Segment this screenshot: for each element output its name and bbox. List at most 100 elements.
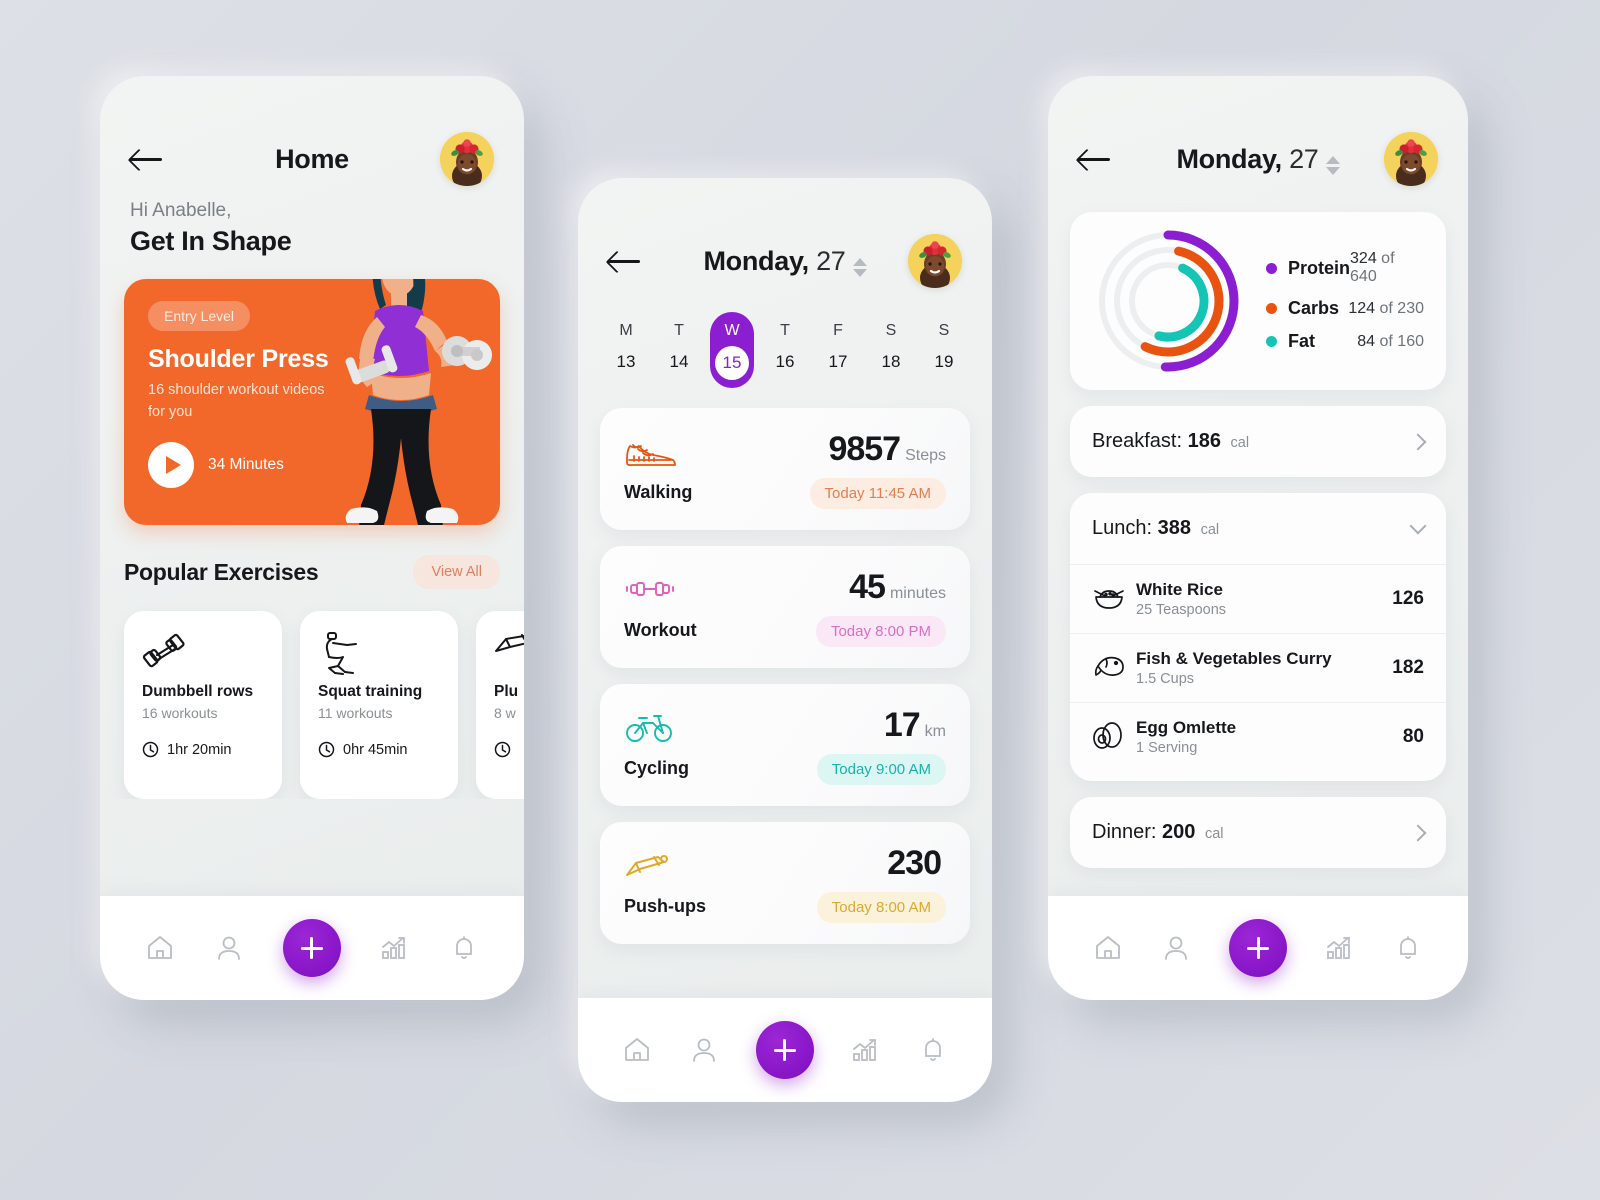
day-number: 15 <box>715 346 749 380</box>
food-serving: 1.5 Cups <box>1136 671 1195 687</box>
plus-icon[interactable] <box>1229 919 1287 977</box>
macro-current: 124 <box>1348 299 1376 317</box>
meal-card-lunch[interactable]: Lunch: 388 cal White Rice 25 Teaspoons 1… <box>1070 493 1446 781</box>
section-header-popular-exercises: Popular Exercises View All <box>100 525 524 589</box>
meal-name: Dinner: <box>1092 821 1157 843</box>
back-arrow-icon[interactable] <box>130 147 164 171</box>
bell-icon[interactable] <box>1393 933 1423 963</box>
day-cell-selected[interactable]: W 15 <box>710 312 754 388</box>
activity-card-workout[interactable]: Workout 45 minutes Today 8:00 PM <box>600 546 970 668</box>
stats-icon[interactable] <box>1325 933 1355 963</box>
food-calories: 126 <box>1392 588 1424 609</box>
view-all-button[interactable]: View All <box>413 555 500 589</box>
bell-icon[interactable] <box>918 1035 948 1065</box>
greeting-hi: Hi Anabelle, <box>130 200 232 221</box>
food-list: White Rice 25 Teaspoons 126 Fish & Veget… <box>1070 564 1446 781</box>
day-cell[interactable]: S 19 <box>922 312 966 388</box>
chevron-right-icon[interactable] <box>1409 824 1427 841</box>
stats-icon[interactable] <box>851 1035 881 1065</box>
activity-name: Workout <box>624 620 697 640</box>
exercise-card[interactable]: Plu 8 w <box>476 611 524 799</box>
food-row[interactable]: Egg Omlette 1 Serving 80 <box>1070 702 1446 771</box>
meal-header[interactable]: Lunch: 388 cal <box>1070 493 1446 564</box>
bell-icon[interactable] <box>449 933 479 963</box>
home-icon[interactable] <box>622 1035 652 1065</box>
meal-card-breakfast[interactable]: Breakfast: 186 cal <box>1070 406 1446 477</box>
clock-icon <box>142 741 159 758</box>
activity-card-pushups[interactable]: Push-ups 230 Today 8:00 AM <box>600 822 970 944</box>
exercise-name: Squat training <box>318 683 423 700</box>
day-cell[interactable]: T 14 <box>657 312 701 388</box>
header: Home <box>100 76 524 196</box>
back-arrow-icon[interactable] <box>608 249 642 273</box>
play-icon[interactable] <box>148 441 194 488</box>
food-name: White Rice <box>1136 580 1223 599</box>
meal-name: Lunch: <box>1092 517 1153 539</box>
promo-card-shoulder-press[interactable]: Entry Level Shoulder Press 16 shoulder w… <box>124 279 500 525</box>
macro-legend-row: Carbs 124 of 230 <box>1266 298 1424 319</box>
plus-icon[interactable] <box>755 1021 814 1079</box>
activity-unit: Steps <box>905 446 946 464</box>
exercise-card[interactable]: Dumbbell rows 16 workouts 1hr 20min <box>124 611 282 799</box>
exercise-card[interactable]: Squat training 11 workouts 0hr 45min <box>300 611 458 799</box>
chevron-down-icon[interactable] <box>1409 517 1427 535</box>
exercise-card-list[interactable]: Dumbbell rows 16 workouts 1hr 20min Squa… <box>100 589 524 799</box>
activity-unit: minutes <box>889 584 946 602</box>
activity-card-walking[interactable]: Walking 9857 Steps Today 11:45 AM <box>600 408 970 530</box>
chevron-right-icon[interactable] <box>1409 433 1427 450</box>
meal-card-dinner[interactable]: Dinner: 200 cal <box>1070 797 1446 868</box>
meal-header[interactable]: Breakfast: 186 cal <box>1070 406 1446 477</box>
page-title-day: Monday, <box>1176 143 1282 174</box>
day-cell[interactable]: M 13 <box>604 312 648 388</box>
macro-current: 324 <box>1350 250 1377 267</box>
meal-calories: 388 <box>1157 517 1191 539</box>
page-title-date: 27 <box>808 245 846 276</box>
macro-legend-row: Fat 84 of 160 <box>1266 331 1424 352</box>
meal-title: Breakfast: 186 cal <box>1092 430 1249 453</box>
activity-card-cycling[interactable]: Cycling 17 km Today 9:00 AM <box>600 684 970 806</box>
home-icon[interactable] <box>145 933 175 963</box>
profile-icon[interactable] <box>1161 933 1191 963</box>
egg-icon <box>1092 720 1136 755</box>
food-row[interactable]: Fish & Vegetables Curry 1.5 Cups 182 <box>1070 633 1446 702</box>
day-cell[interactable]: S 18 <box>869 312 913 388</box>
activity-time: Today 11:45 AM <box>809 477 946 509</box>
macro-target: of 230 <box>1379 299 1424 317</box>
food-text: White Rice 25 Teaspoons <box>1136 580 1226 618</box>
food-calories: 182 <box>1392 657 1424 678</box>
food-row[interactable]: White Rice 25 Teaspoons 126 <box>1070 564 1446 633</box>
avatar[interactable] <box>1384 132 1438 186</box>
macro-value: 324 of 640 <box>1350 250 1424 286</box>
phone-nutrition-screen: Monday, 27 Protein 324 of 640 Carbs 124 … <box>1048 76 1468 1000</box>
profile-icon[interactable] <box>689 1035 719 1065</box>
stepper-icon[interactable] <box>852 257 867 277</box>
meal-header[interactable]: Dinner: 200 cal <box>1070 797 1446 868</box>
bicycle-icon <box>626 715 672 742</box>
exercise-duration: 1hr 20min <box>167 741 232 758</box>
stats-icon[interactable] <box>380 933 410 963</box>
activity-name: Push-ups <box>624 896 707 916</box>
back-arrow-icon[interactable] <box>1078 147 1112 171</box>
pushup-icon <box>626 855 668 876</box>
food-serving: 25 Teaspoons <box>1136 602 1227 618</box>
activity-value: 9857 Steps <box>810 430 946 469</box>
macro-summary-card: Protein 324 of 640 Carbs 124 of 230 Fat … <box>1070 212 1446 390</box>
activity-right: 45 minutes Today 8:00 PM <box>815 568 946 647</box>
stepper-icon[interactable] <box>1325 155 1340 175</box>
exercise-duration-row: 0hr 45min <box>318 741 440 758</box>
exercise-name: Plu <box>494 683 519 700</box>
profile-icon[interactable] <box>214 933 244 963</box>
plus-icon[interactable] <box>282 919 341 977</box>
day-cell[interactable]: F 17 <box>816 312 860 388</box>
promo-play-row: 34 Minutes <box>148 441 476 488</box>
day-letter: F <box>833 322 843 339</box>
macro-value: 124 of 230 <box>1348 300 1424 318</box>
week-strip[interactable]: M 13 T 14 W 15 T 16 F 17 S 18 S 19 <box>578 298 992 388</box>
page-title-date: 27 <box>1281 143 1319 174</box>
day-cell[interactable]: T 16 <box>763 312 807 388</box>
meal-cal-unit: cal <box>1230 435 1250 451</box>
promo-title: Shoulder Press <box>148 345 329 373</box>
avatar[interactable] <box>440 132 494 186</box>
avatar[interactable] <box>908 234 962 288</box>
home-icon[interactable] <box>1093 933 1123 963</box>
